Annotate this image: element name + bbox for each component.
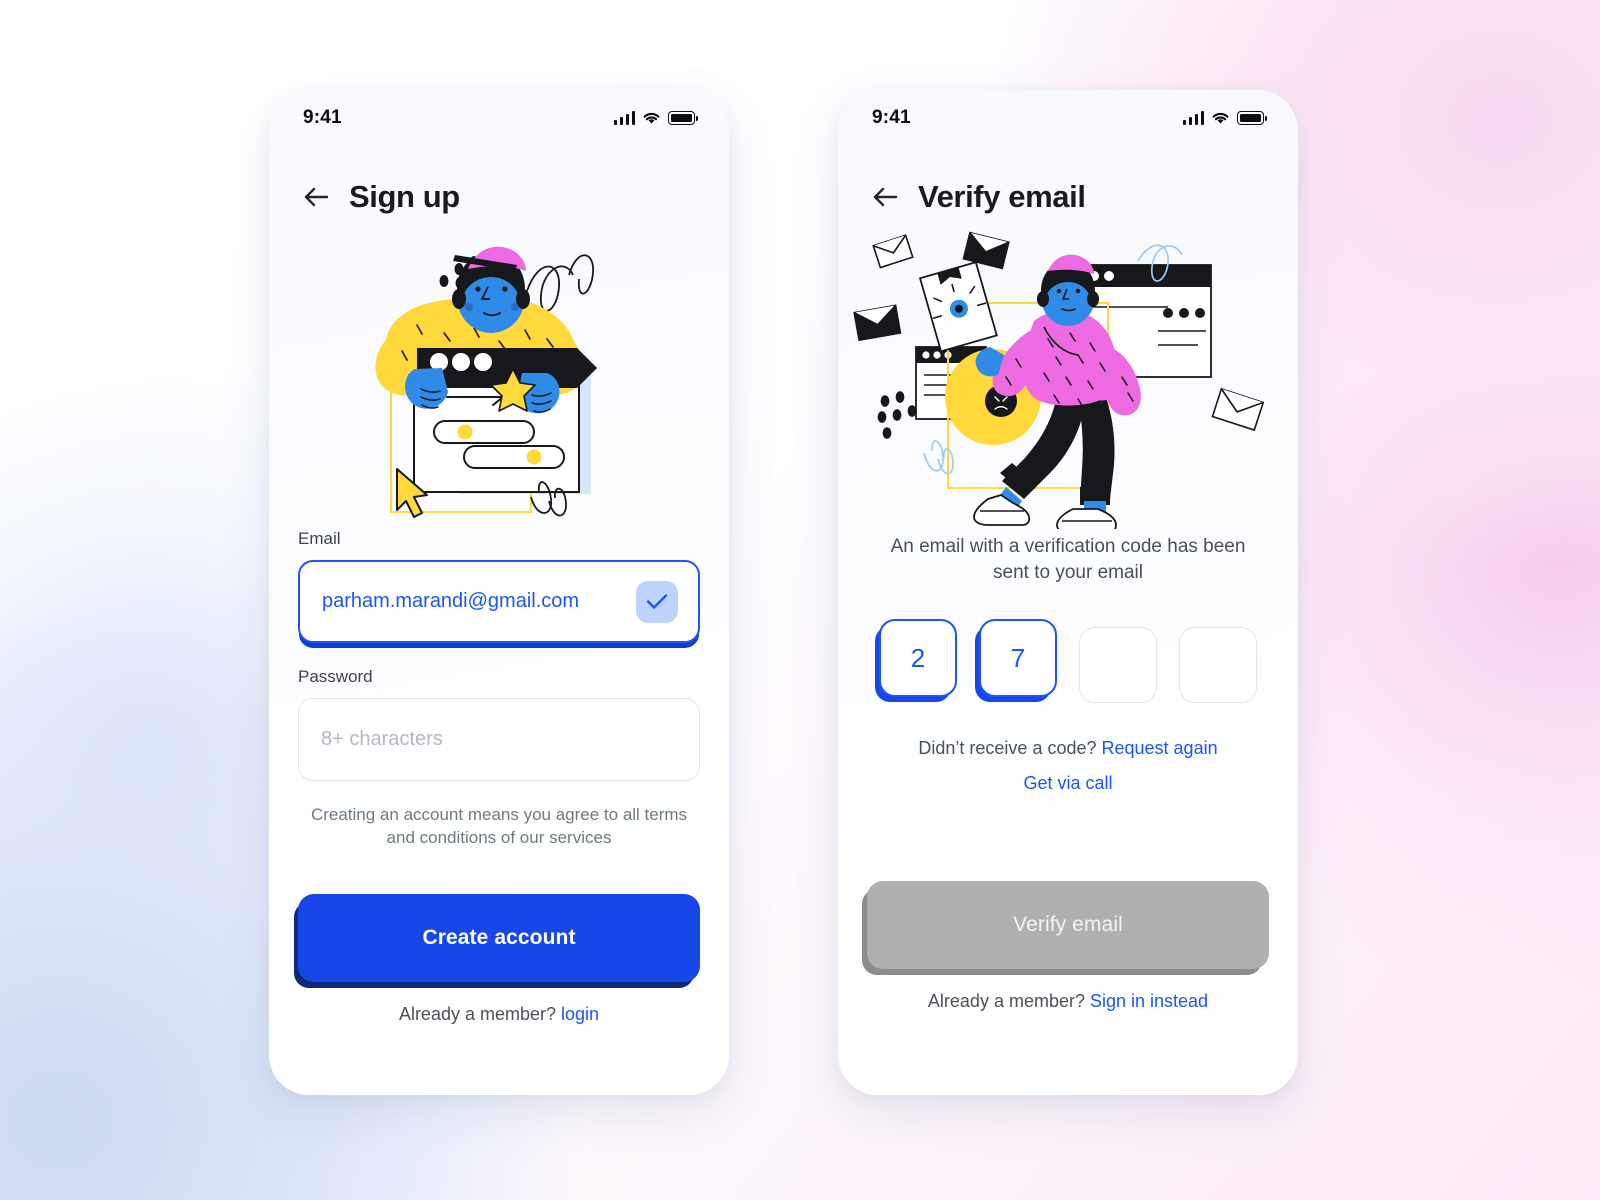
password-field[interactable]: 8+ characters xyxy=(298,698,700,781)
wifi-icon xyxy=(643,112,660,124)
get-via-call-link[interactable]: Get via call xyxy=(1023,773,1112,793)
status-clock: 9:41 xyxy=(303,107,342,128)
verify-footer: Already a member? Sign in instead xyxy=(867,991,1269,1012)
login-link[interactable]: login xyxy=(561,1004,599,1024)
arrow-left-icon[interactable] xyxy=(870,182,900,212)
footer-text: Already a member? xyxy=(927,991,1090,1012)
otp-digit-2[interactable]: 7 xyxy=(979,619,1057,698)
page-title: Verify email xyxy=(918,179,1086,214)
otp-input-group: 2 7 xyxy=(838,619,1298,704)
battery-icon xyxy=(668,111,698,125)
status-icons xyxy=(1182,111,1267,125)
page-title: Sign up xyxy=(349,179,460,214)
email-value: parham.marandi@gmail.com xyxy=(322,590,580,612)
signup-footer: Already a member? login xyxy=(298,1004,700,1025)
status-icons xyxy=(613,111,698,125)
status-bar: 9:41 xyxy=(838,90,1298,146)
verify-illustration xyxy=(838,229,1298,529)
battery-icon xyxy=(1237,111,1267,125)
password-placeholder: 8+ characters xyxy=(321,728,443,750)
terms-text: Creating an account means you agree to a… xyxy=(310,805,688,847)
request-again-link[interactable]: Request again xyxy=(1102,738,1218,758)
phone-signup: 9:41 Sign up Email parham.marandi@gmail.… xyxy=(269,90,729,1095)
check-icon[interactable] xyxy=(636,580,678,623)
resend-row: Didn’t receive a code? Request again xyxy=(838,738,1298,759)
otp-digit-4[interactable] xyxy=(1179,627,1257,704)
page-header: Verify email xyxy=(838,146,1298,215)
footer-text: Already a member? xyxy=(398,1004,562,1025)
email-label: Email xyxy=(298,529,341,548)
otp-digit-3[interactable] xyxy=(1079,627,1157,704)
arrow-left-icon[interactable] xyxy=(301,182,331,212)
phone-verify: 9:41 Verify email An email with a verifi… xyxy=(838,90,1298,1095)
cellular-signal-icon xyxy=(613,111,635,125)
create-account-button[interactable]: Create account xyxy=(298,894,700,983)
password-label: Password xyxy=(298,667,373,686)
call-row: Get via call xyxy=(838,773,1298,794)
resend-text: Didn’t receive a code? xyxy=(918,738,1102,759)
cellular-signal-icon xyxy=(1182,111,1204,125)
otp-digit-1[interactable]: 2 xyxy=(879,619,957,698)
page-header: Sign up xyxy=(269,146,729,215)
status-clock: 9:41 xyxy=(872,107,911,128)
status-bar: 9:41 xyxy=(269,90,729,146)
verification-message: An email with a verification code has be… xyxy=(890,536,1246,584)
wifi-icon xyxy=(1212,112,1229,124)
verify-email-button[interactable]: Verify email xyxy=(867,881,1269,970)
email-field[interactable]: parham.marandi@gmail.com xyxy=(298,560,700,643)
sign-in-instead-link[interactable]: Sign in instead xyxy=(1090,991,1208,1011)
signup-form: Email parham.marandi@gmail.com Password … xyxy=(269,529,729,1025)
signup-illustration xyxy=(269,229,729,529)
